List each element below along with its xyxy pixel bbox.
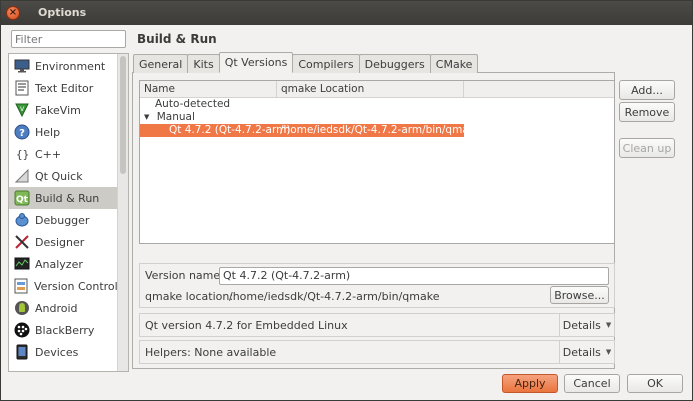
cpp-icon: {} [13, 146, 30, 163]
version-name-label: Version name: [145, 269, 224, 282]
sidebar-item-analyzer[interactable]: Analyzer [9, 253, 117, 275]
sidebar-item-label: Debugger [35, 213, 90, 227]
tab-bar: General Kits Qt Versions Compilers Debug… [133, 52, 479, 73]
tab-debuggers[interactable]: Debuggers [358, 54, 431, 73]
helpers-info-row: Helpers: None available Details ▼ [139, 340, 615, 364]
filter-field[interactable] [11, 30, 126, 48]
scrollbar-thumb[interactable] [120, 56, 126, 174]
column-header-name[interactable]: Name [140, 81, 277, 97]
details-button[interactable]: Details ▼ [559, 341, 614, 363]
build-run-icon: Qt [13, 190, 30, 207]
category-list: Environment Text Editor V FakeVim ? Help… [8, 53, 129, 372]
android-icon [13, 300, 30, 317]
cancel-button[interactable]: Cancel [564, 374, 620, 393]
window-title: Options [38, 6, 87, 19]
fakevim-icon: V [13, 102, 30, 119]
helpers-info-text: Helpers: None available [145, 346, 277, 359]
qmake-location-value: /home/iedsdk/Qt-4.7.2-arm/bin/qmake [229, 290, 440, 303]
title-bar[interactable]: × Options [1, 1, 692, 25]
tab-compilers[interactable]: Compilers [292, 54, 360, 73]
sidebar-item-label: Build & Run [35, 191, 100, 205]
tab-general[interactable]: General [133, 54, 189, 73]
sidebar-item-label: Version Control [34, 279, 118, 293]
tree-row-label: Auto-detected [155, 98, 231, 110]
qt-versions-table[interactable]: Name qmake Location Auto-detected ▼ Manu… [139, 80, 615, 244]
filter-input[interactable] [12, 31, 125, 47]
details-button[interactable]: Details ▼ [559, 314, 614, 336]
analyzer-icon [13, 256, 30, 273]
qt-quick-icon [13, 168, 30, 185]
sidebar-item-label: C++ [35, 147, 62, 161]
close-icon[interactable]: × [6, 6, 20, 20]
apply-button[interactable]: Apply [502, 374, 558, 393]
details-button-label: Details [562, 345, 601, 359]
version-details-group: Version name: Qt 4.7.2 (Qt-4.7.2-arm) qm… [139, 263, 615, 308]
tab-qt-versions[interactable]: Qt Versions [218, 52, 294, 73]
column-header-qmake-location[interactable]: qmake Location [277, 81, 464, 97]
qt-version-info-text: Qt version 4.7.2 for Embedded Linux [145, 319, 348, 332]
tree-row-label: Manual [156, 111, 195, 123]
sidebar-item-blackberry[interactable]: BlackBerry [9, 319, 117, 341]
expand-arrow-icon[interactable]: ▼ [144, 113, 149, 121]
sidebar-item-label: Devices [35, 345, 79, 359]
version-name-input[interactable]: Qt 4.7.2 (Qt-4.7.2-arm) [219, 267, 609, 285]
text-editor-icon [13, 80, 30, 97]
monitor-icon [13, 58, 30, 75]
blackberry-icon [13, 322, 30, 339]
tree-cell-name: Qt 4.7.2 (Qt-4.7.2-arm) [169, 124, 291, 136]
sidebar-item-label: FakeVim [35, 103, 81, 117]
tree-row-auto-detected[interactable]: Auto-detected [155, 98, 230, 111]
svg-text:Qt: Qt [16, 195, 29, 205]
qt-version-info-row: Qt version 4.7.2 for Embedded Linux Deta… [139, 313, 615, 337]
sidebar-item-environment[interactable]: Environment [9, 55, 117, 77]
sidebar-item-label: Environment [35, 59, 106, 73]
svg-text:{}: {} [16, 148, 29, 161]
sidebar-item-label: BlackBerry [35, 323, 95, 337]
qmake-location-label: qmake location: [145, 290, 234, 303]
tab-cmake[interactable]: CMake [429, 54, 479, 73]
options-dialog: × Options Environment Text Editor V Fake… [0, 0, 693, 401]
sidebar-item-debugger[interactable]: Debugger [9, 209, 117, 231]
sidebar-item-label: Text Editor [35, 81, 94, 95]
help-icon: ? [13, 124, 30, 141]
chevron-down-icon: ▼ [605, 348, 612, 356]
sidebar-item-label: Help [35, 125, 61, 139]
sidebar-item-label: Android [35, 301, 78, 315]
chevron-down-icon: ▼ [605, 321, 612, 329]
sidebar-item-label: Analyzer [35, 257, 83, 271]
sidebar-item-help[interactable]: ? Help [9, 121, 117, 143]
sidebar-item-label: Designer [35, 235, 85, 249]
devices-icon [13, 344, 30, 361]
tree-row-qt-version[interactable]: Qt 4.7.2 (Qt-4.7.2-arm) /home/iedsdk/Qt-… [140, 124, 481, 137]
sidebar-item-label: Qt Quick [35, 169, 83, 183]
table-header: Name qmake Location [140, 81, 614, 98]
ok-button[interactable]: OK [627, 374, 683, 393]
sidebar-item-version-control[interactable]: Version Control [9, 275, 118, 297]
tab-kits[interactable]: Kits [187, 54, 220, 73]
sidebar-scrollbar[interactable] [117, 54, 128, 371]
clean-up-button[interactable]: Clean up [619, 138, 675, 158]
version-control-icon [13, 278, 29, 295]
sidebar-item-designer[interactable]: Designer [9, 231, 117, 253]
debugger-icon [13, 212, 30, 229]
sidebar-item-build-run[interactable]: Qt Build & Run [9, 187, 117, 209]
designer-icon [13, 234, 30, 251]
details-button-label: Details [562, 318, 601, 332]
sidebar-item-android[interactable]: Android [9, 297, 117, 319]
browse-button[interactable]: Browse... [550, 286, 609, 304]
sidebar-item-cpp[interactable]: {} C++ [9, 143, 117, 165]
tree-row-manual[interactable]: ▼ Manual [144, 111, 195, 124]
remove-button[interactable]: Remove [619, 102, 675, 122]
page-title: Build & Run [137, 32, 217, 46]
svg-text:?: ? [19, 128, 25, 139]
sidebar-item-text-editor[interactable]: Text Editor [9, 77, 117, 99]
sidebar-item-devices[interactable]: Devices [9, 341, 117, 363]
sidebar-item-fakevim[interactable]: V FakeVim [9, 99, 117, 121]
add-button[interactable]: Add... [619, 80, 675, 100]
tree-cell-location: /home/iedsdk/Qt-4.7.2-arm/bin/qmake [280, 124, 481, 136]
sidebar-item-qt-quick[interactable]: Qt Quick [9, 165, 117, 187]
